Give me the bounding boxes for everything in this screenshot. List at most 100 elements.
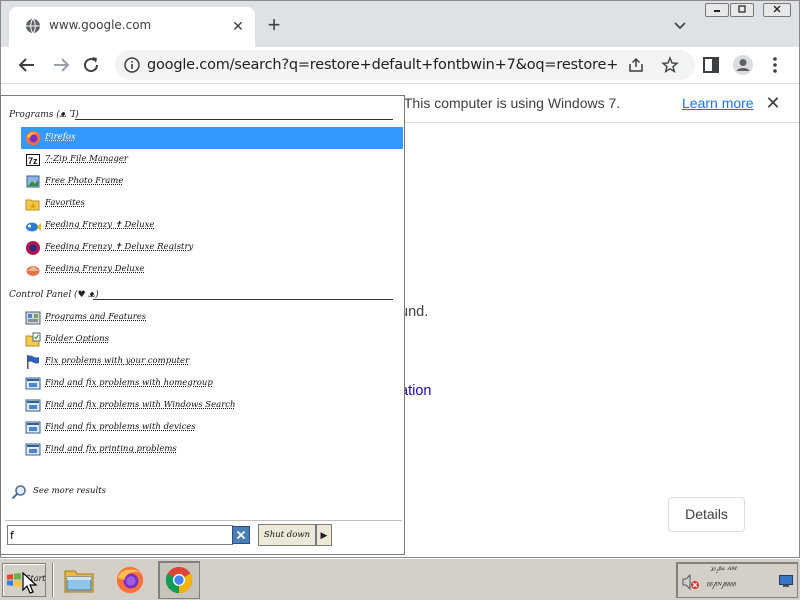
bookmark-star-icon[interactable] bbox=[661, 56, 679, 74]
windows-logo-icon bbox=[7, 573, 21, 587]
action-center-flag-icon bbox=[27, 355, 39, 369]
clock-date[interactable]: ᵝᵝ/ᴵᴺ/ᵝᵝᵝᵝ bbox=[707, 581, 736, 590]
show-desktop-icon[interactable] bbox=[779, 575, 793, 587]
site-info-icon[interactable] bbox=[123, 56, 141, 74]
7zip-icon: 7z bbox=[26, 154, 40, 166]
troubleshoot-icon bbox=[25, 421, 41, 434]
photo-frame-icon bbox=[26, 175, 40, 188]
maximize-button[interactable] bbox=[730, 3, 754, 17]
toolbar: google.com/search?q=restore+default+font… bbox=[1, 47, 799, 83]
taskbar-explorer[interactable] bbox=[58, 561, 100, 599]
side-panel-icon[interactable] bbox=[699, 53, 723, 77]
forward-icon[interactable] bbox=[49, 53, 73, 77]
volume-muted-icon[interactable] bbox=[682, 574, 700, 590]
globe-icon bbox=[26, 18, 40, 34]
start-item-feeding-frenzy-registry[interactable]: Feeding Frenzy ✝ Deluxe Registry bbox=[21, 237, 403, 259]
new-tab-button[interactable]: + bbox=[263, 14, 285, 37]
url-text[interactable]: google.com/search?q=restore+default+font… bbox=[147, 57, 617, 73]
svg-text:7z: 7z bbox=[28, 156, 38, 166]
start-item-label: Folder Options bbox=[45, 334, 110, 344]
taskbar-chrome[interactable] bbox=[158, 561, 200, 599]
tab-title: www.google.com bbox=[49, 18, 152, 32]
start-item-label: Feeding Frenzy Deluxe bbox=[45, 264, 145, 274]
start-item-fix-problems[interactable]: Fix problems with your computer bbox=[21, 351, 403, 373]
menu-kebab-icon[interactable] bbox=[763, 53, 787, 77]
section-divider bbox=[93, 299, 393, 300]
start-item-firefox[interactable]: Firefox bbox=[21, 127, 403, 149]
shutdown-button[interactable]: Shut down bbox=[258, 524, 316, 546]
programs-section-header: Programs (ᴥ Ꞁ) bbox=[9, 110, 399, 128]
section-divider bbox=[75, 119, 393, 120]
tab-strip: www.google.com ✕ + bbox=[1, 1, 799, 47]
maximize-icon bbox=[738, 5, 746, 13]
details-button[interactable]: Details bbox=[668, 497, 745, 532]
see-more-label: See more results bbox=[33, 486, 106, 496]
start-item-label: Fix problems with your computer bbox=[45, 356, 190, 366]
start-item-label: Programs and Features bbox=[45, 312, 147, 322]
start-item-free-photo-frame[interactable]: Free Photo Frame bbox=[21, 171, 403, 193]
feeding-frenzy-registry-icon bbox=[26, 241, 40, 255]
minimize-icon bbox=[714, 10, 720, 12]
tab-search-chevron-icon[interactable] bbox=[671, 16, 689, 34]
start-item-label: Free Photo Frame bbox=[45, 176, 124, 186]
feeding-frenzy-icon bbox=[26, 222, 41, 232]
favorites-folder-icon bbox=[25, 199, 40, 211]
clear-search-icon[interactable] bbox=[232, 526, 250, 544]
start-item-folder-options[interactable]: Folder Options bbox=[21, 329, 403, 351]
learn-more-link[interactable]: Learn more bbox=[682, 95, 754, 111]
back-icon[interactable] bbox=[15, 53, 39, 77]
system-tray: ᵡᵎ:ᵝᵃ ᴬᴹ ᵝᵝ/ᴵᴺ/ᵝᵝᵝᵝ bbox=[676, 562, 798, 598]
start-item-label: Find and fix problems with homegroup bbox=[45, 378, 213, 388]
profile-avatar-icon[interactable] bbox=[731, 53, 755, 77]
start-item-label: Find and fix problems with devices bbox=[45, 422, 196, 432]
start-search-input[interactable] bbox=[10, 527, 230, 543]
start-item-programs-features[interactable]: Programs and Features bbox=[21, 307, 403, 329]
troubleshoot-icon bbox=[25, 377, 41, 390]
start-menu: Programs (ᴥ Ꞁ) Firefox 7z 7-Zip File Man… bbox=[0, 95, 405, 555]
start-item-label: Find and fix problems with Windows Searc… bbox=[45, 400, 236, 410]
start-item-devices[interactable]: Find and fix problems with devices bbox=[21, 417, 403, 439]
start-item-windows-search[interactable]: Find and fix problems with Windows Searc… bbox=[21, 395, 403, 417]
tab-close-icon[interactable]: ✕ bbox=[229, 17, 247, 35]
search-icon bbox=[11, 485, 26, 500]
firefox-icon bbox=[26, 131, 40, 145]
chrome-icon bbox=[165, 566, 193, 594]
start-item-label: 7-Zip File Manager bbox=[45, 154, 128, 164]
taskbar: Start ᵡᵎ:ᵝᵃ ᴬᴹ ᵝᵝ/ᴵᴺ/ᵝᵝᵝᵝ bbox=[0, 558, 800, 600]
troubleshoot-icon bbox=[25, 399, 41, 412]
close-window-button[interactable] bbox=[763, 3, 791, 17]
shutdown-options-arrow[interactable]: ▶ bbox=[316, 524, 332, 546]
start-item-label: Find and fix printing problems bbox=[45, 444, 177, 454]
start-item-homegroup[interactable]: Find and fix problems with homegroup bbox=[21, 373, 403, 395]
clock-time[interactable]: ᵡᵎ:ᵝᵃ ᴬᴹ bbox=[711, 566, 737, 576]
see-more-results-link[interactable]: See more results bbox=[11, 481, 211, 503]
start-item-7zip[interactable]: 7z 7-Zip File Manager bbox=[21, 149, 403, 171]
reload-icon[interactable] bbox=[79, 53, 103, 77]
programs-header-label: Programs (ᴥ Ꞁ) bbox=[9, 110, 79, 120]
start-item-printing[interactable]: Find and fix printing problems bbox=[21, 439, 403, 461]
start-menu-divider bbox=[5, 520, 402, 521]
file-explorer-icon bbox=[64, 570, 94, 593]
start-search-field[interactable] bbox=[7, 525, 233, 545]
control-panel-header-label: Control Panel (♥ ᴥ) bbox=[9, 290, 99, 300]
start-item-label: Favorites bbox=[45, 198, 85, 208]
troubleshoot-icon bbox=[25, 443, 41, 456]
tab-google[interactable]: www.google.com ✕ bbox=[9, 7, 255, 47]
taskbar-separator bbox=[52, 563, 54, 597]
minimize-button[interactable] bbox=[705, 3, 729, 17]
start-item-feeding-frenzy[interactable]: Feeding Frenzy ✝ Deluxe bbox=[21, 215, 403, 237]
feeding-frenzy-2-icon bbox=[26, 266, 40, 276]
firefox-icon bbox=[116, 566, 144, 594]
infobar-close-icon[interactable]: ✕ bbox=[763, 93, 783, 113]
start-item-favorites[interactable]: Favorites bbox=[21, 193, 403, 215]
programs-features-icon bbox=[25, 311, 41, 325]
infobar-text: ater. This computer is using Windows 7. bbox=[373, 95, 621, 111]
start-item-label: Feeding Frenzy ✝ Deluxe Registry bbox=[45, 242, 194, 252]
start-item-feeding-frenzy-deluxe[interactable]: Feeding Frenzy Deluxe bbox=[21, 259, 403, 281]
address-bar[interactable]: google.com/search?q=restore+default+font… bbox=[115, 50, 695, 80]
folder-options-icon bbox=[25, 332, 41, 347]
taskbar-firefox[interactable] bbox=[109, 561, 151, 599]
start-item-label: Firefox bbox=[45, 132, 76, 142]
mouse-cursor-icon bbox=[22, 572, 38, 594]
share-icon[interactable] bbox=[627, 56, 645, 74]
